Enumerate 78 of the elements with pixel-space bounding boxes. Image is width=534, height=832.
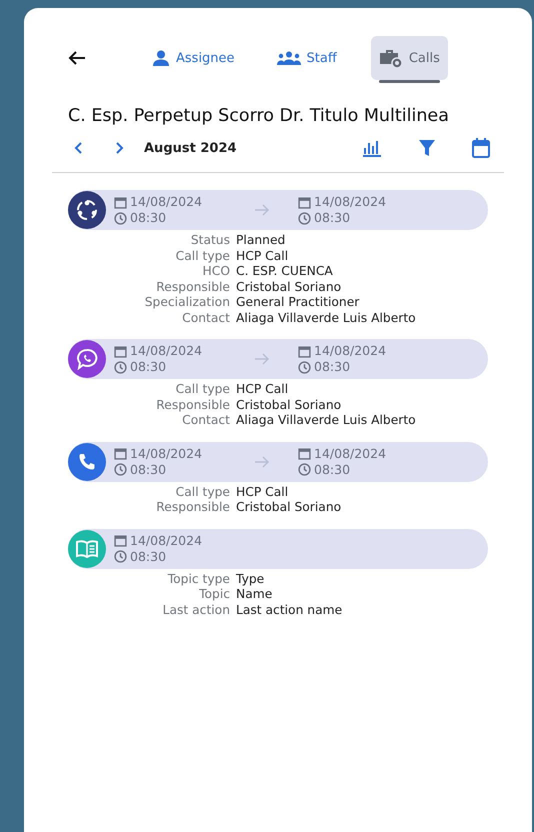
chevron-left-icon [74, 142, 82, 154]
field-value: Type [236, 572, 266, 587]
field-label: Contact [181, 310, 230, 326]
end-date: 14/08/2024 [314, 343, 386, 359]
field-value: Planned [236, 233, 286, 248]
clock-icon [298, 212, 311, 224]
call-header[interactable]: 14/08/2024 08:30 14/08/2024 08:30 [68, 190, 488, 230]
field-label: Status [190, 233, 230, 248]
clock-icon [114, 212, 127, 224]
field-label: Call type [174, 248, 230, 264]
end-time: 08:30 [314, 210, 350, 226]
arrow-icon [254, 353, 270, 365]
calendar-icon [298, 344, 311, 358]
month-label: August 2024 [144, 140, 237, 156]
tab[interactable]: Staff [268, 36, 345, 80]
start-time: 08:30 [130, 359, 166, 375]
briefcase-icon [378, 48, 403, 68]
field-label: Contact [181, 413, 230, 428]
arrow-icon [254, 456, 270, 468]
end-time: 08:30 [314, 462, 350, 478]
calendar-button[interactable] [472, 136, 490, 160]
field-value: C. ESP. CUENCA [236, 264, 334, 280]
start-date: 14/08/2024 [130, 194, 202, 210]
field-value: Aliaga Villaverde Luis Alberto [236, 413, 417, 428]
start-date: 14/08/2024 [130, 343, 202, 359]
field-value: Aliaga Villaverde Luis Alberto [236, 310, 417, 326]
person-icon [152, 50, 170, 66]
call-header[interactable]: 14/08/2024 08:30 14/08/2024 08:30 [68, 339, 488, 379]
start-time: 08:30 [130, 462, 166, 478]
bar-chart-icon [362, 139, 382, 157]
field-label: Topic [198, 587, 230, 602]
page-title: C. Esp. Perpetup Scorro Dr. Titulo Multilinea [68, 106, 450, 126]
calendar-icon [114, 534, 127, 547]
clock-icon [114, 360, 127, 374]
calendar-icon [114, 447, 127, 460]
field-value: Cristobal Soriano [236, 280, 342, 295]
end-date: 14/08/2024 [314, 446, 386, 462]
calendar-icon [472, 138, 490, 158]
clock-icon [114, 463, 127, 476]
calendar-icon [298, 447, 311, 460]
call-header[interactable]: 14/08/2024 08:30 [68, 528, 488, 568]
field-label: Responsible [155, 280, 230, 295]
calendar-icon [298, 196, 311, 208]
group-icon [276, 51, 301, 65]
field-label: Call type [174, 484, 230, 500]
chevron-right-icon [116, 142, 124, 154]
arrow-icon [254, 204, 270, 216]
back-arrow-icon [68, 50, 86, 66]
field-label: Topic type [166, 572, 230, 587]
end-time: 08:30 [314, 359, 350, 375]
clock-icon [298, 360, 311, 374]
call-header[interactable]: 14/08/2024 08:30 14/08/2024 08:30 [68, 442, 488, 482]
field-value: Name [236, 587, 274, 602]
tab[interactable]: Calls [370, 36, 448, 80]
field-label: Responsible [155, 500, 230, 516]
tab[interactable]: Assignee [144, 36, 243, 80]
field-label: HCO [201, 264, 230, 280]
field-value: HCP Call [236, 382, 290, 398]
field-label: Responsible [155, 398, 230, 413]
field-label: Specialization [144, 295, 230, 310]
end-date: 14/08/2024 [314, 194, 386, 210]
field-label: Last action [162, 602, 230, 618]
field-value: HCP Call [236, 484, 290, 500]
clock-icon [298, 463, 311, 476]
calendar-icon [114, 344, 127, 358]
start-date: 14/08/2024 [130, 446, 202, 462]
field-value: Cristobal Soriano [236, 500, 342, 516]
start-time: 08:30 [130, 210, 166, 226]
field-label: Call type [174, 382, 230, 398]
field-value: Last action name [236, 602, 344, 618]
start-date: 14/08/2024 [130, 532, 202, 548]
clock-icon [114, 550, 127, 563]
field-value: Cristobal Soriano [236, 398, 342, 413]
field-value: HCP Call [236, 248, 290, 264]
filter-icon [418, 139, 436, 157]
calendar-icon [114, 196, 127, 208]
field-value: General Practitioner [236, 295, 360, 310]
start-time: 08:30 [130, 548, 166, 564]
